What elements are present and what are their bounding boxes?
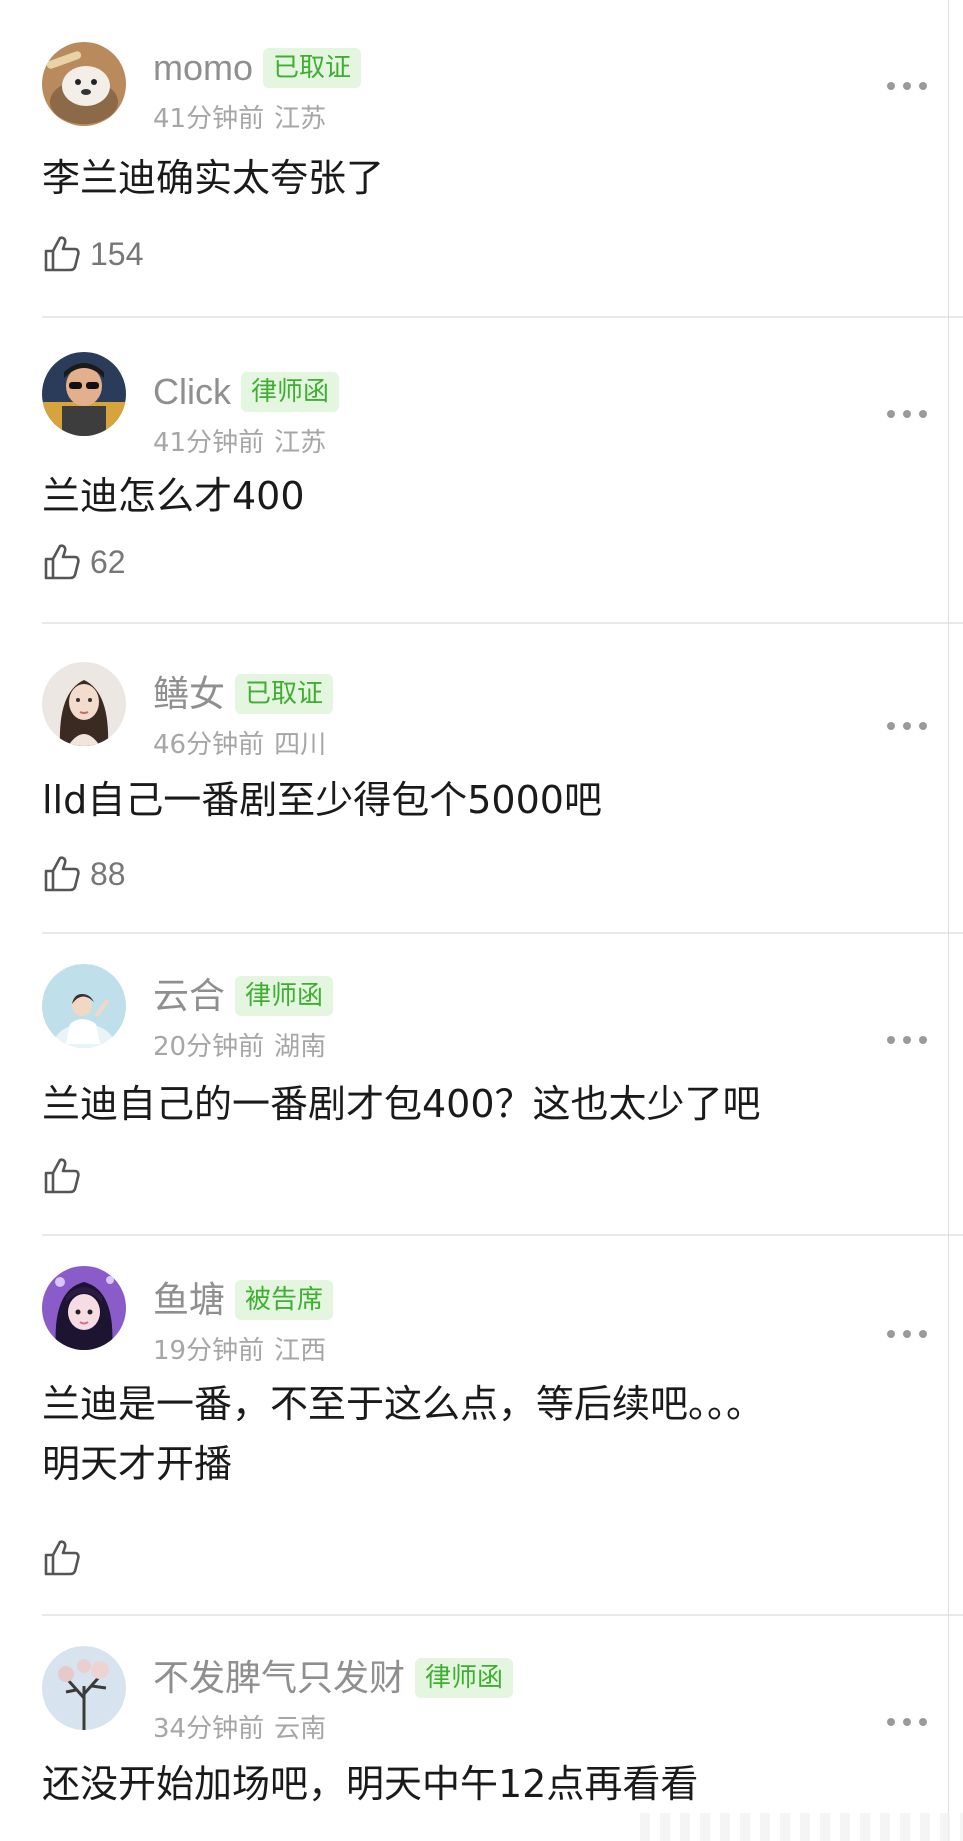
like-button[interactable] bbox=[42, 1154, 90, 1198]
user-avatar[interactable] bbox=[42, 352, 126, 436]
avatar-woman-icon bbox=[42, 662, 126, 746]
comment-meta: momo 已取证 41分钟前 江苏 bbox=[153, 44, 903, 135]
user-avatar[interactable] bbox=[42, 1646, 126, 1730]
username[interactable]: 云合 bbox=[153, 972, 225, 1020]
thumbs-up-icon bbox=[44, 236, 80, 272]
user-avatar[interactable] bbox=[42, 42, 126, 126]
user-avatar[interactable] bbox=[42, 1266, 126, 1350]
thumbs-up-icon bbox=[44, 1540, 80, 1576]
comment-meta: Click 律师函 41分钟前 江苏 bbox=[153, 368, 903, 459]
avatar-sky-girl-icon bbox=[42, 964, 126, 1048]
comment-item: Click 律师函 41分钟前 江苏 兰迪怎么才400 62 bbox=[0, 318, 963, 624]
timestamp: 46分钟前 bbox=[153, 730, 265, 760]
thumbs-up-icon bbox=[44, 856, 80, 892]
name-row: 鱼塘 被告席 bbox=[153, 1276, 903, 1324]
username[interactable]: 不发脾气只发财 bbox=[153, 1654, 405, 1702]
name-row: momo 已取证 bbox=[153, 44, 903, 92]
location: 云南 bbox=[274, 1714, 327, 1744]
comment-meta: 鳝女 已取证 46分钟前 四川 bbox=[153, 670, 903, 761]
username[interactable]: 鳝女 bbox=[153, 670, 225, 718]
location: 江西 bbox=[274, 1336, 327, 1366]
comment-item: 鱼塘 被告席 19分钟前 江西 兰迪是一番，不至于这么点，等后续吧。。。 明天才开… bbox=[0, 1236, 963, 1616]
comment-text: 还没开始加场吧，明天中午12点再看看 bbox=[42, 1762, 699, 1806]
avatar-purple-girl-icon bbox=[42, 1266, 126, 1350]
more-options-icon[interactable] bbox=[887, 1328, 927, 1340]
name-row: Click 律师函 bbox=[153, 368, 903, 416]
user-badge: 被告席 bbox=[235, 1280, 334, 1320]
comment-text: 兰迪是一番，不至于这么点，等后续吧。。。 明天才开播 bbox=[42, 1382, 765, 1486]
user-badge: 已取证 bbox=[263, 48, 362, 88]
username[interactable]: Click bbox=[153, 368, 231, 416]
more-options-icon[interactable] bbox=[887, 720, 927, 732]
watermark-strip bbox=[640, 1813, 963, 1841]
user-badge: 已取证 bbox=[235, 674, 334, 714]
time-location: 34分钟前 云南 bbox=[153, 1708, 903, 1745]
time-location: 41分钟前 江苏 bbox=[153, 422, 903, 459]
like-count: 88 bbox=[90, 855, 126, 892]
comment-meta: 鱼塘 被告席 19分钟前 江西 bbox=[153, 1276, 903, 1367]
comment-text: lld自己一番剧至少得包个5000吧 bbox=[42, 778, 602, 822]
time-location: 19分钟前 江西 bbox=[153, 1330, 903, 1367]
username[interactable]: momo bbox=[153, 44, 253, 92]
comment-text: 兰迪怎么才400 bbox=[42, 474, 305, 518]
like-button[interactable]: 154 bbox=[42, 232, 143, 276]
location: 江苏 bbox=[274, 104, 327, 134]
thumbs-up-icon bbox=[44, 1158, 80, 1194]
more-options-icon[interactable] bbox=[887, 1034, 927, 1046]
thumbs-up-icon bbox=[44, 544, 80, 580]
like-button[interactable] bbox=[42, 1536, 90, 1580]
more-options-icon[interactable] bbox=[887, 1716, 927, 1728]
name-row: 云合 律师函 bbox=[153, 972, 903, 1020]
avatar-tree-icon bbox=[42, 1646, 126, 1730]
time-location: 46分钟前 四川 bbox=[153, 724, 903, 761]
more-options-icon[interactable] bbox=[887, 80, 927, 92]
user-badge: 律师函 bbox=[415, 1658, 514, 1698]
comment-item: momo 已取证 41分钟前 江苏 李兰迪确实太夸张了 154 bbox=[0, 0, 963, 318]
like-button[interactable]: 62 bbox=[42, 540, 126, 584]
name-row: 鳝女 已取证 bbox=[153, 670, 903, 718]
comment-feed: momo 已取证 41分钟前 江苏 李兰迪确实太夸张了 154 Click 律师… bbox=[0, 0, 963, 1841]
timestamp: 19分钟前 bbox=[153, 1336, 265, 1366]
location: 湖南 bbox=[274, 1032, 327, 1062]
timestamp: 34分钟前 bbox=[153, 1714, 265, 1744]
username[interactable]: 鱼塘 bbox=[153, 1276, 225, 1324]
timestamp: 41分钟前 bbox=[153, 428, 265, 458]
name-row: 不发脾气只发财 律师函 bbox=[153, 1654, 903, 1702]
comment-text: 李兰迪确实太夸张了 bbox=[42, 156, 385, 200]
user-avatar[interactable] bbox=[42, 662, 126, 746]
right-edge-line bbox=[948, 0, 949, 1841]
comment-item: 鳝女 已取证 46分钟前 四川 lld自己一番剧至少得包个5000吧 88 bbox=[0, 624, 963, 934]
location: 江苏 bbox=[274, 428, 327, 458]
comment-meta: 云合 律师函 20分钟前 湖南 bbox=[153, 972, 903, 1063]
avatar-dog-icon bbox=[42, 42, 126, 126]
comment-text: 兰迪自己的一番剧才包400？这也太少了吧 bbox=[42, 1082, 761, 1126]
user-badge: 律师函 bbox=[241, 372, 340, 412]
like-count: 62 bbox=[90, 543, 126, 580]
timestamp: 41分钟前 bbox=[153, 104, 265, 134]
comment-meta: 不发脾气只发财 律师函 34分钟前 云南 bbox=[153, 1654, 903, 1745]
time-location: 41分钟前 江苏 bbox=[153, 98, 903, 135]
time-location: 20分钟前 湖南 bbox=[153, 1026, 903, 1063]
avatar-man-sunglasses-icon bbox=[42, 352, 126, 436]
like-count: 154 bbox=[90, 235, 144, 272]
user-avatar[interactable] bbox=[42, 964, 126, 1048]
timestamp: 20分钟前 bbox=[153, 1032, 265, 1062]
comment-item: 云合 律师函 20分钟前 湖南 兰迪自己的一番剧才包400？这也太少了吧 bbox=[0, 934, 963, 1236]
like-button[interactable]: 88 bbox=[42, 852, 126, 896]
location: 四川 bbox=[274, 730, 327, 760]
comment-item: 不发脾气只发财 律师函 34分钟前 云南 还没开始加场吧，明天中午12点再看看 bbox=[0, 1616, 963, 1841]
user-badge: 律师函 bbox=[235, 976, 334, 1016]
more-options-icon[interactable] bbox=[887, 408, 927, 420]
